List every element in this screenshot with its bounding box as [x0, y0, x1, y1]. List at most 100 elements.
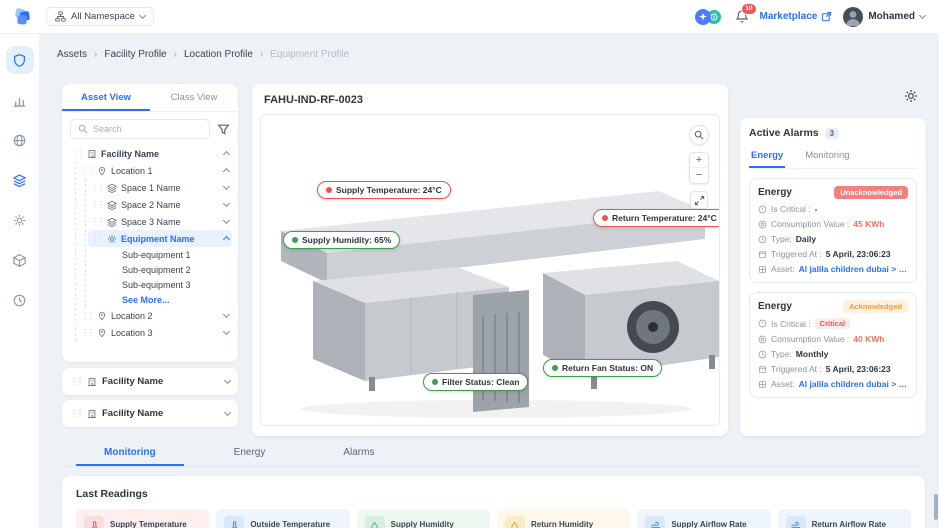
drag-handle-icon[interactable]	[81, 329, 93, 337]
see-more-link[interactable]: See More...	[122, 292, 232, 307]
reading-card-return-humidity[interactable]: Return Humidity	[497, 509, 630, 528]
chevron-down-icon	[223, 183, 230, 190]
equipment-profile-card: FAHU-IND-RF-0023	[252, 84, 728, 436]
tree-item-sub-equipment-3[interactable]: Sub-equipment 3	[122, 277, 232, 292]
chevron-up-icon	[223, 151, 230, 158]
tree-item-location-1[interactable]: Location 1	[78, 162, 232, 179]
building-icon	[87, 377, 97, 387]
calendar-icon	[758, 365, 767, 374]
asset-tree: Facility Name Location 1 Space 1 Name	[62, 145, 238, 347]
equipment-3d-viewer[interactable]: Supply Temperature: 24°C Return Temperat…	[260, 114, 720, 426]
equipment-gear-icon	[107, 234, 117, 244]
zoom-out-button[interactable]: −	[690, 168, 708, 183]
tab-alarms[interactable]: Alarms	[315, 447, 402, 466]
breadcrumb-assets[interactable]: Assets	[57, 49, 87, 60]
asset-grid-icon	[758, 380, 767, 389]
facility-card-label: Facility Name	[102, 408, 220, 419]
tree-item-location-2[interactable]: Location 2	[78, 307, 232, 324]
search-row	[62, 112, 238, 145]
drag-handle-icon[interactable]	[70, 378, 82, 386]
history-icon[interactable]	[6, 286, 34, 314]
callout-return-fan-status[interactable]: Return Fan Status: ON	[543, 359, 662, 377]
globe-icon[interactable]	[6, 126, 34, 154]
tree-item-sub-equipment-2[interactable]: Sub-equipment 2	[122, 262, 232, 277]
drag-handle-icon[interactable]	[91, 235, 103, 243]
tab-energy[interactable]: Energy	[206, 447, 294, 466]
alert-circle-icon	[758, 205, 767, 214]
callout-supply-humidity[interactable]: Supply Humidity: 65%	[283, 231, 400, 249]
alarms-count-badge: 3	[825, 128, 839, 139]
zoom-in-button[interactable]: +	[690, 153, 708, 168]
drag-handle-icon[interactable]	[91, 201, 103, 209]
search-input[interactable]	[93, 124, 202, 134]
drag-handle-icon[interactable]	[81, 167, 93, 175]
drag-handle-icon[interactable]	[81, 312, 93, 320]
tab-energy[interactable]: Energy	[749, 146, 785, 168]
tab-class-view[interactable]: Class View	[150, 84, 238, 111]
alarm-field-triggered: Triggered At : 5 April, 23:06:23	[758, 249, 908, 259]
alarms-tabs: Energy Monitoring	[749, 146, 917, 169]
chevron-down-icon	[224, 409, 231, 416]
drag-handle-icon[interactable]	[71, 150, 83, 158]
search-box	[70, 119, 210, 139]
tree-item-label: Space 3 Name	[121, 217, 220, 227]
reading-card-supply-airflow[interactable]: Supply Airflow Rate	[637, 509, 770, 528]
magnifier-icon[interactable]	[689, 125, 709, 145]
asset-link[interactable]: Al jalila children dubai > F...	[799, 379, 908, 389]
reading-card-return-airflow[interactable]: Return Airflow Rate	[778, 509, 911, 528]
user-menu[interactable]: Mohamed	[843, 7, 925, 27]
alarm-title: Energy	[758, 187, 792, 198]
alarm-card[interactable]: Energy Acknowledged Is Critical : Critic…	[749, 292, 917, 398]
namespace-selector[interactable]: All Namespace	[46, 7, 154, 26]
asset-tree-panel: Asset View Class View Facility Name Loca…	[62, 84, 238, 362]
layers-icon[interactable]	[6, 166, 34, 194]
assistant-icon[interactable]	[695, 9, 711, 25]
shield-icon[interactable]	[6, 46, 34, 74]
space-layers-icon	[107, 183, 117, 193]
drag-handle-icon[interactable]	[91, 218, 103, 226]
fullscreen-expand-icon[interactable]	[690, 191, 708, 209]
hierarchy-icon	[55, 11, 66, 22]
calendar-icon	[758, 250, 767, 259]
tree-item-space-2[interactable]: Space 2 Name	[88, 196, 232, 213]
gear-icon[interactable]	[6, 206, 34, 234]
notifications-button[interactable]: 10	[735, 9, 749, 24]
marketplace-link[interactable]: Marketplace	[760, 11, 833, 22]
tree-item-location-3[interactable]: Location 3	[78, 324, 232, 341]
page-settings-gear-icon[interactable]	[903, 88, 919, 104]
facility-card-2[interactable]: Facility Name	[62, 368, 238, 395]
breadcrumb-facility-profile[interactable]: Facility Profile	[104, 49, 166, 60]
chart-icon[interactable]	[6, 86, 34, 114]
tree-item-sub-equipment-1[interactable]: Sub-equipment 1	[122, 247, 232, 262]
reading-card-supply-humidity[interactable]: Supply Humidity	[357, 509, 490, 528]
tree-item-equipment[interactable]: Equipment Name	[88, 230, 232, 247]
callout-filter-status[interactable]: Filter Status: Clean	[423, 373, 528, 391]
reading-card-supply-temperature[interactable]: Supply Temperature	[76, 509, 209, 528]
tree-item-facility-1[interactable]: Facility Name	[68, 145, 232, 162]
drag-handle-icon[interactable]	[91, 184, 103, 192]
droplet-icon	[505, 516, 525, 528]
alarm-card[interactable]: Energy Unacknowledged Is Critical : - Co…	[749, 178, 917, 283]
tree-item-label: Space 2 Name	[121, 200, 220, 210]
tree-item-label: Location 3	[111, 328, 220, 338]
cube-icon[interactable]	[6, 246, 34, 274]
callout-supply-temperature[interactable]: Supply Temperature: 24°C	[317, 181, 451, 199]
reading-card-outside-temperature[interactable]: Outside Temperature	[216, 509, 349, 528]
breadcrumb-location-profile[interactable]: Location Profile	[184, 49, 253, 60]
tab-monitoring[interactable]: Monitoring	[803, 146, 851, 168]
tree-item-space-1[interactable]: Space 1 Name	[88, 179, 232, 196]
status-dot-icon	[602, 215, 608, 221]
chevron-down-icon	[224, 377, 231, 384]
tree-item-label: Location 2	[111, 311, 220, 321]
tree-item-space-3[interactable]: Space 3 Name	[88, 213, 232, 230]
tree-item-label: Space 1 Name	[121, 183, 220, 193]
asset-link[interactable]: Al jalila children dubai > F...	[799, 264, 908, 274]
tab-asset-view[interactable]: Asset View	[62, 84, 150, 111]
facility-card-3[interactable]: Facility Name	[62, 400, 238, 427]
tab-monitoring[interactable]: Monitoring	[76, 447, 184, 466]
filter-icon[interactable]	[217, 123, 230, 136]
drag-handle-icon[interactable]	[70, 410, 82, 418]
page-scrollbar[interactable]	[934, 494, 938, 520]
callout-return-temperature[interactable]: Return Temperature: 24°C	[593, 209, 720, 227]
app-logo-icon[interactable]	[12, 6, 34, 28]
